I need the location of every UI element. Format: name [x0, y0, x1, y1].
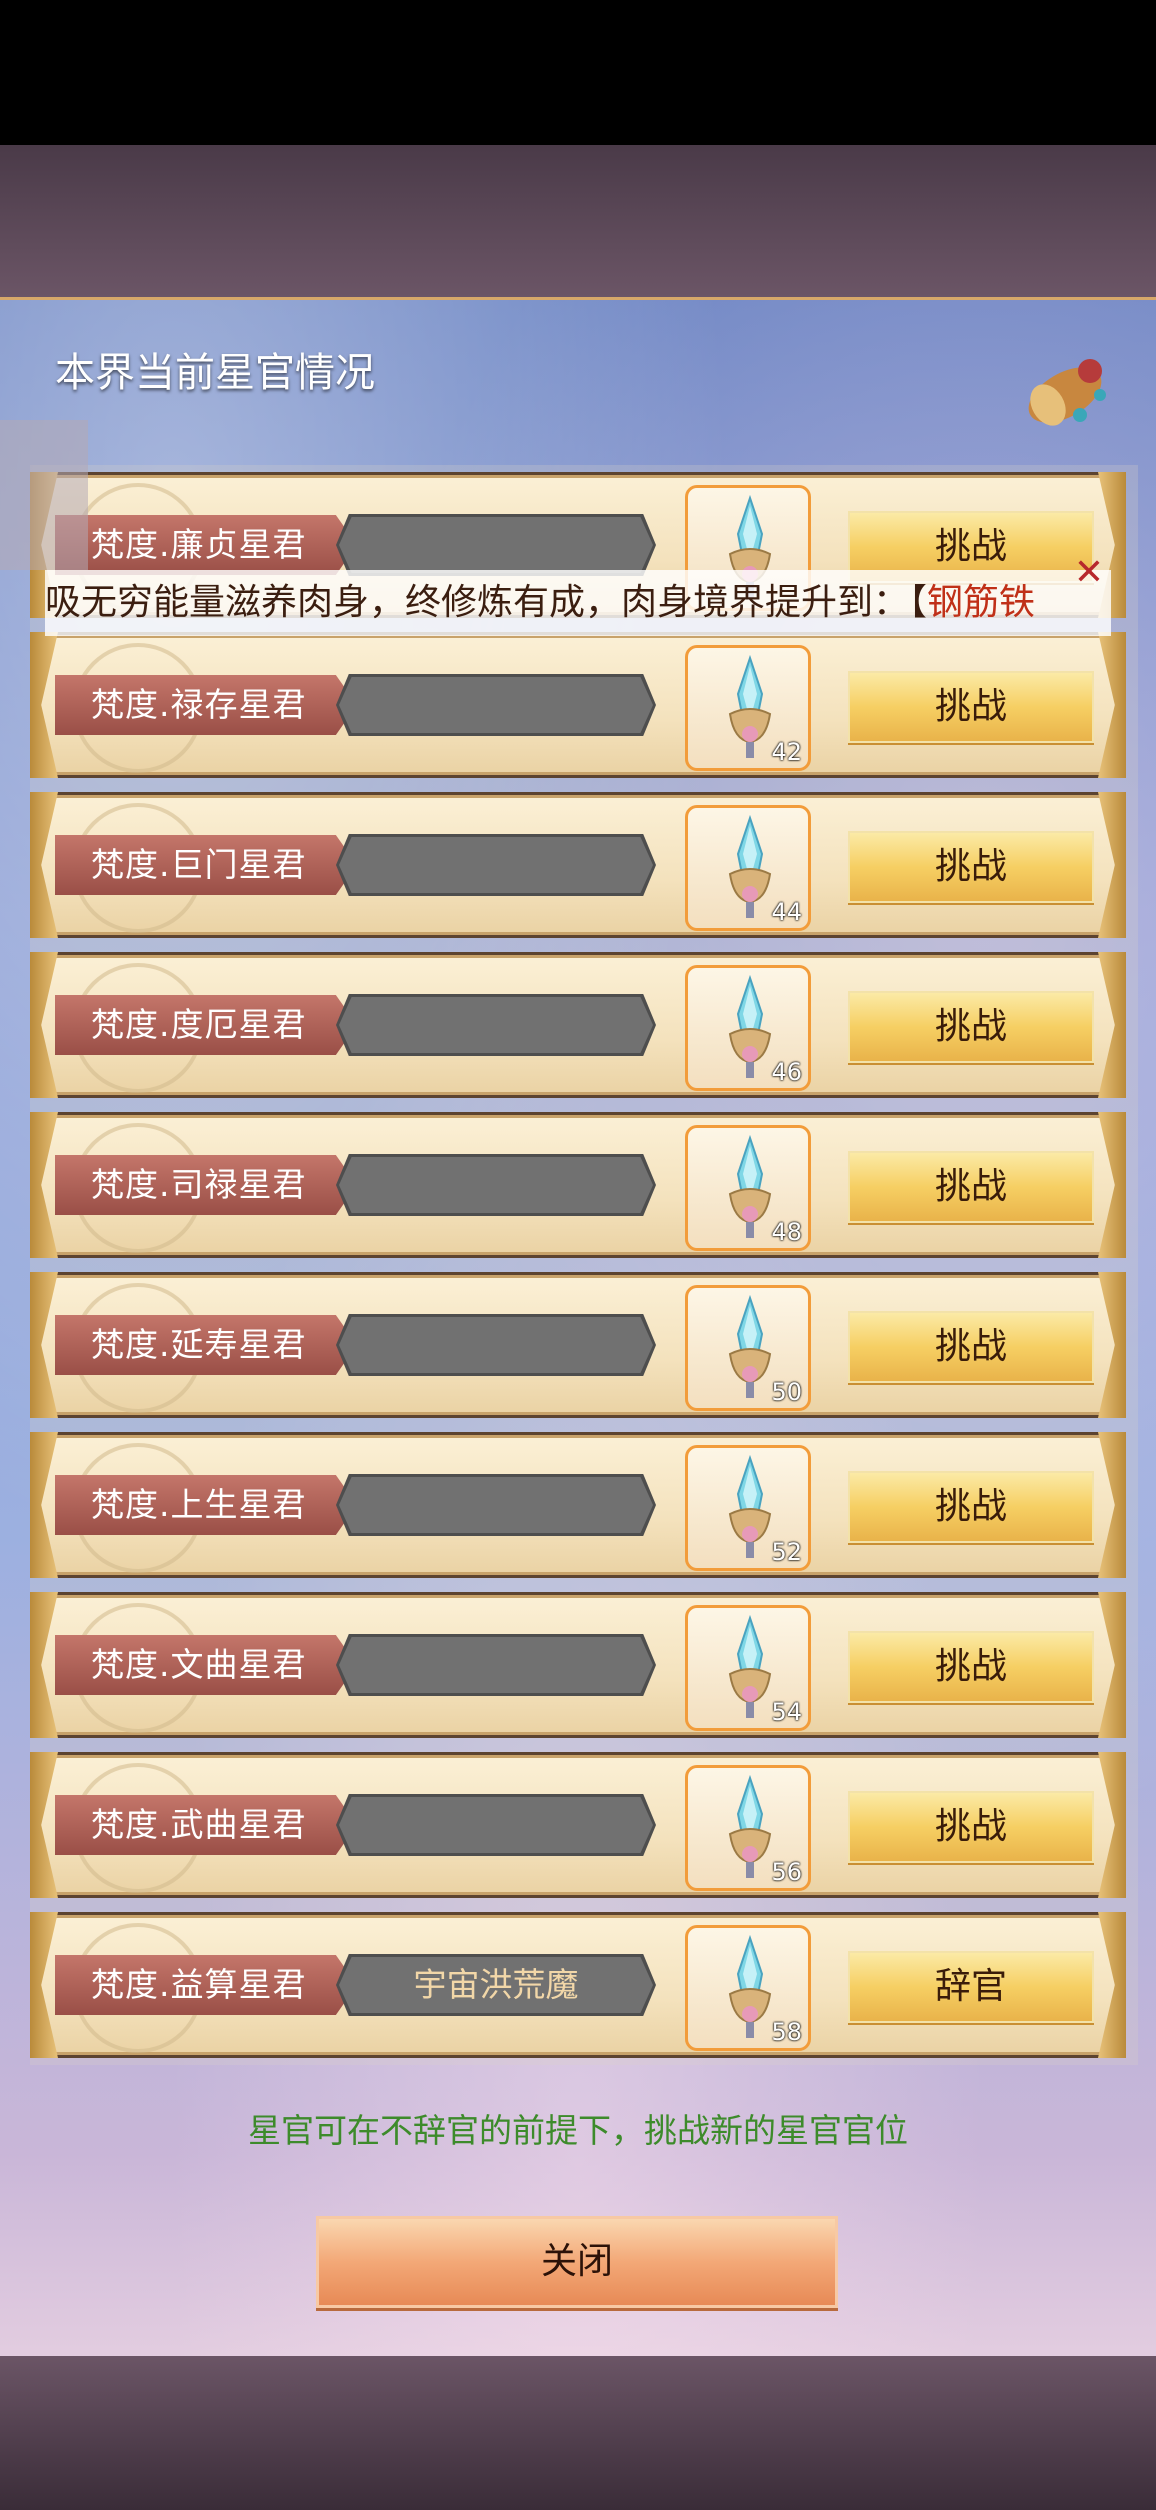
occupant-name	[339, 517, 653, 573]
row-ornament-right	[1098, 952, 1126, 1098]
challenge-button[interactable]: 挑战	[848, 831, 1094, 903]
occupant-name	[339, 1157, 653, 1213]
side-tab[interactable]	[0, 420, 88, 570]
reward-level: 58	[771, 2018, 802, 2046]
notice-close-icon[interactable]: ✕	[1072, 555, 1106, 591]
resign-button[interactable]: 辞官	[848, 1951, 1094, 2023]
occupant-name	[339, 1477, 653, 1533]
close-button[interactable]: 关闭	[316, 2216, 838, 2308]
reward-item[interactable]: 44	[685, 805, 811, 931]
row-ornament-right	[1098, 632, 1126, 778]
occupant-name	[339, 997, 653, 1053]
row-ornament-left	[30, 1112, 58, 1258]
challenge-button[interactable]: 挑战	[848, 991, 1094, 1063]
reward-item[interactable]: 48	[685, 1125, 811, 1251]
occupant-name	[339, 677, 653, 733]
reward-item[interactable]: 54	[685, 1605, 811, 1731]
reward-item[interactable]: 52	[685, 1445, 811, 1571]
row-ornament-right	[1098, 792, 1126, 938]
reward-level: 54	[771, 1698, 802, 1726]
reward-item[interactable]: 56	[685, 1765, 811, 1891]
row-ornament-right	[1098, 1432, 1126, 1578]
official-name: 梵度.度厄星君	[55, 995, 357, 1055]
reward-level: 50	[771, 1378, 802, 1406]
reward-level: 42	[771, 738, 802, 766]
official-name: 梵度.巨门星君	[55, 835, 357, 895]
official-row: 梵度.禄存星君 42 挑战	[30, 632, 1126, 778]
bottom-frame	[0, 2356, 1156, 2510]
official-row: 梵度.益算星君 宇宙洪荒魔 58 辞官	[30, 1912, 1126, 2058]
official-name: 梵度.上生星君	[55, 1475, 357, 1535]
official-row: 梵度.司禄星君 48 挑战	[30, 1112, 1126, 1258]
row-ornament-left	[30, 1432, 58, 1578]
challenge-button[interactable]: 挑战	[848, 1631, 1094, 1703]
reward-item[interactable]: 58	[685, 1925, 811, 2051]
official-name: 梵度.益算星君	[55, 1955, 357, 2015]
occupant-name	[339, 1797, 653, 1853]
official-name: 梵度.文曲星君	[55, 1635, 357, 1695]
reward-item[interactable]: 46	[685, 965, 811, 1091]
occupant-name: 宇宙洪荒魔	[339, 1957, 653, 2013]
occupant-name	[339, 1317, 653, 1373]
challenge-button[interactable]: 挑战	[848, 1471, 1094, 1543]
reward-item[interactable]: 42	[685, 645, 811, 771]
official-row: 梵度.武曲星君 56 挑战	[30, 1752, 1126, 1898]
challenge-button[interactable]: 挑战	[848, 671, 1094, 743]
official-name: 梵度.武曲星君	[55, 1795, 357, 1855]
official-row: 梵度.文曲星君 54 挑战	[30, 1592, 1126, 1738]
reward-level: 52	[771, 1538, 802, 1566]
hint-text: 星官可在不辞官的前提下，挑战新的星官官位	[248, 2111, 908, 2150]
row-ornament-right	[1098, 1112, 1126, 1258]
top-frame	[0, 145, 1156, 297]
notice-text: 吸无穷能量滋养肉身，终修炼有成，肉身境界提升到：【	[45, 582, 928, 623]
official-name: 梵度.延寿星君	[55, 1315, 357, 1375]
row-ornament-right	[1098, 1912, 1126, 2058]
reward-level: 46	[771, 1058, 802, 1086]
panel-title: 本界当前星官情况	[55, 350, 375, 396]
row-ornament-left	[30, 1592, 58, 1738]
row-ornament-left	[30, 792, 58, 938]
reward-item[interactable]: 50	[685, 1285, 811, 1411]
row-ornament-left	[30, 952, 58, 1098]
reward-level: 56	[771, 1858, 802, 1886]
official-row: 梵度.巨门星君 44 挑战	[30, 792, 1126, 938]
official-row: 梵度.上生星君 52 挑战	[30, 1432, 1126, 1578]
row-ornament-right	[1098, 1592, 1126, 1738]
reward-level: 48	[771, 1218, 802, 1246]
challenge-button[interactable]: 挑战	[848, 1151, 1094, 1223]
official-row: 梵度.延寿星君 50 挑战	[30, 1272, 1126, 1418]
notice-highlight: 钢筋铁	[927, 582, 1036, 623]
system-notice: 吸无穷能量滋养肉身，终修炼有成，肉身境界提升到：【钢筋铁	[45, 570, 1111, 636]
row-ornament-left	[30, 1272, 58, 1418]
row-ornament-right	[1098, 1272, 1126, 1418]
official-name: 梵度.廉贞星君	[55, 515, 357, 575]
occupant-name	[339, 837, 653, 893]
row-ornament-left	[30, 632, 58, 778]
row-ornament-left	[30, 1912, 58, 2058]
challenge-button[interactable]: 挑战	[848, 1311, 1094, 1383]
scroll-ornament-icon	[1028, 359, 1106, 426]
row-ornament-left	[30, 1752, 58, 1898]
official-name: 梵度.禄存星君	[55, 675, 357, 735]
challenge-button[interactable]: 挑战	[848, 1791, 1094, 1863]
reward-level: 44	[771, 898, 802, 926]
row-ornament-right	[1098, 1752, 1126, 1898]
occupant-name	[339, 1637, 653, 1693]
official-name: 梵度.司禄星君	[55, 1155, 357, 1215]
status-bar	[0, 0, 1156, 145]
official-row: 梵度.度厄星君 46 挑战	[30, 952, 1126, 1098]
